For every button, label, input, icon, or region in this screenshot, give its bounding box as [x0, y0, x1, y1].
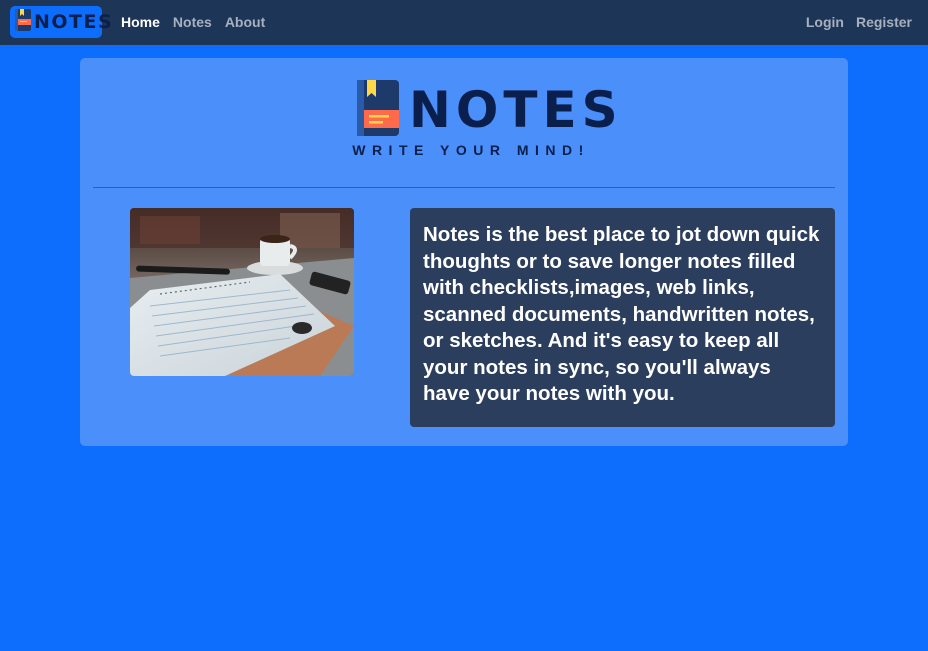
hero-logo: NOTES	[357, 79, 618, 141]
nav-links: Home Notes About	[121, 14, 265, 30]
description-text: Notes is the best place to jot down quic…	[423, 223, 820, 405]
hero-title: NOTES	[409, 81, 623, 139]
nav-home-link[interactable]: Home	[121, 14, 160, 30]
nav-notes-link[interactable]: Notes	[173, 14, 212, 30]
navbar: NOTES Home Notes About Login Register	[0, 0, 928, 45]
notebook-icon	[15, 8, 31, 36]
register-link[interactable]: Register	[856, 14, 912, 30]
login-link[interactable]: Login	[806, 14, 844, 30]
description-panel: Notes is the best place to jot down quic…	[410, 208, 835, 427]
brand-logo[interactable]: NOTES	[10, 6, 112, 38]
nav-about-link[interactable]: About	[225, 14, 265, 30]
notebook-icon	[357, 79, 399, 141]
tagline: WRITE YOUR MIND!	[352, 142, 590, 158]
brand-text: NOTES	[34, 11, 114, 33]
notebook-photo	[130, 208, 354, 376]
hero-card: NOTES WRITE YOUR MIND! Notes is the best…	[80, 58, 848, 446]
auth-links: Login Register	[806, 14, 912, 30]
divider	[93, 187, 835, 188]
